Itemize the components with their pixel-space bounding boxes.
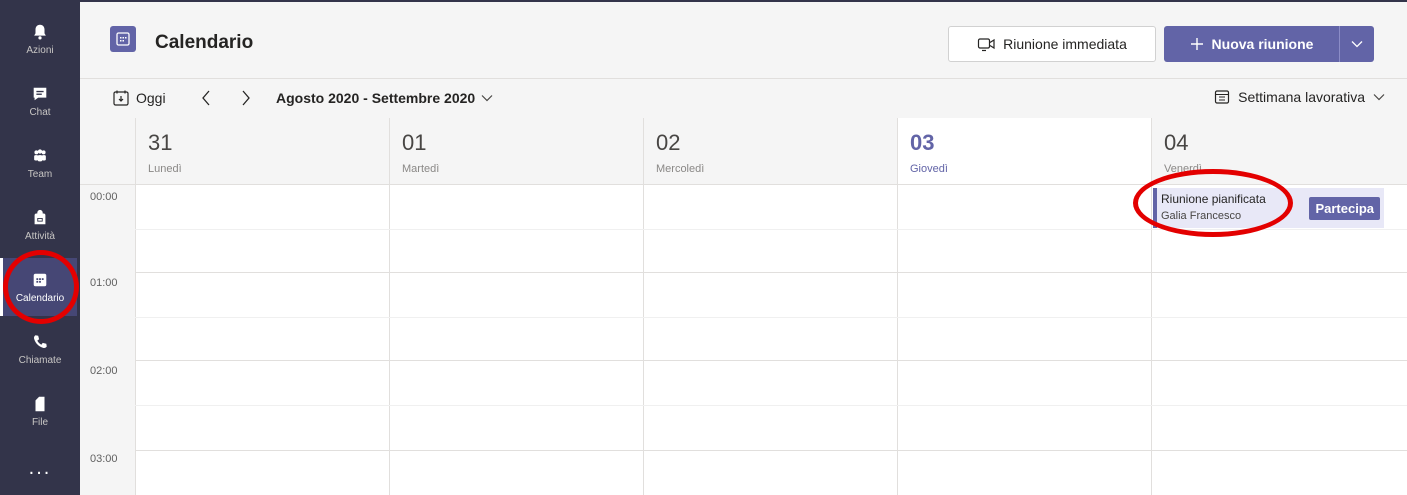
meet-now-button[interactable]: Riunione immediata	[948, 26, 1156, 62]
plus-icon	[1190, 38, 1203, 50]
rail-item-label: Azioni	[26, 44, 54, 56]
team-icon	[34, 148, 46, 161]
calendar-toolbar: Oggi Agosto 2020 - Settembre 2020 Settim…	[80, 78, 1407, 118]
teams-app: Azioni Chat Team Attività Calendario Chi…	[0, 0, 1407, 495]
rail-item-label: Team	[27, 168, 53, 180]
day-header-wednesday[interactable]: 02 Mercoledì	[643, 118, 897, 185]
day-name: Giovedì	[910, 163, 948, 175]
previous-week-button[interactable]	[200, 88, 212, 111]
calendar-badge-icon	[110, 26, 136, 52]
day-column[interactable]	[1151, 185, 1407, 495]
rail-item-chat[interactable]: Chat	[3, 72, 77, 130]
page-title: Calendario	[155, 32, 254, 53]
calendar-icon	[33, 273, 47, 286]
view-selector[interactable]: Settimana lavorativa	[1214, 89, 1385, 105]
date-range-label: Agosto 2020 - Settembre 2020	[276, 90, 476, 106]
chevron-down-icon	[1373, 94, 1385, 101]
day-column[interactable]	[897, 185, 1151, 495]
date-range-picker[interactable]: Agosto 2020 - Settembre 2020	[276, 90, 493, 106]
day-number: 03	[910, 130, 935, 155]
rail-item-chiamate[interactable]: Chiamate	[3, 320, 77, 378]
new-meeting-dropdown-button[interactable]	[1340, 26, 1374, 62]
rail-item-label: File	[31, 416, 49, 428]
time-label: 03:00	[90, 453, 118, 465]
chevron-left-icon	[202, 90, 210, 106]
new-meeting-button-group: Nuova riunione	[1164, 26, 1374, 62]
new-meeting-button[interactable]: Nuova riunione	[1164, 26, 1339, 62]
chevron-right-icon	[242, 90, 250, 106]
rail-item-calendario[interactable]: Calendario	[0, 258, 77, 316]
half-hour-line	[135, 317, 1407, 318]
day-column[interactable]	[643, 185, 897, 495]
time-label: 02:00	[90, 365, 118, 377]
phone-icon	[33, 334, 47, 348]
app-rail: Azioni Chat Team Attività Calendario Chi…	[0, 0, 80, 495]
time-gutter-header	[80, 118, 135, 185]
calendar-today-icon	[113, 90, 129, 106]
day-number: 04	[1164, 130, 1189, 155]
today-label: Oggi	[136, 90, 166, 106]
chevron-down-icon	[1351, 41, 1363, 48]
day-name: Venerdì	[1164, 163, 1202, 175]
hour-line	[135, 272, 1407, 273]
time-gutter: 00:00 01:00 02:00 03:00	[80, 185, 135, 495]
more-apps-button[interactable]: ...	[0, 457, 80, 480]
day-header-monday[interactable]: 31 Lunedì	[135, 118, 389, 185]
day-column[interactable]	[135, 185, 389, 495]
new-meeting-label: Nuova riunione	[1211, 36, 1314, 52]
day-column[interactable]	[389, 185, 643, 495]
day-header-friday[interactable]: 04 Venerdì	[1151, 118, 1407, 185]
day-name: Lunedì	[148, 163, 182, 175]
hour-line	[135, 450, 1407, 451]
day-number: 01	[402, 130, 427, 155]
day-name: Mercoledì	[656, 163, 705, 175]
join-button[interactable]: Partecipa	[1309, 197, 1380, 220]
rail-item-label: Calendario	[15, 292, 65, 304]
calendar-view-icon	[1215, 90, 1230, 104]
rail-item-team[interactable]: Team	[3, 134, 77, 192]
day-header-thursday[interactable]: 03 Giovedì	[897, 118, 1151, 185]
rail-item-attivita[interactable]: Attività	[3, 196, 77, 254]
day-number: 31	[148, 130, 173, 155]
today-button[interactable]: Oggi	[112, 89, 166, 107]
day-header-tuesday[interactable]: 01 Martedì	[389, 118, 643, 185]
time-label: 01:00	[90, 277, 118, 289]
next-week-button[interactable]	[240, 88, 252, 111]
chat-icon	[33, 87, 47, 100]
hour-line	[135, 360, 1407, 361]
backpack-icon	[34, 209, 46, 224]
event-organizer: Galia Francesco	[1161, 210, 1242, 222]
view-label: Settimana lavorativa	[1238, 89, 1365, 105]
meeting-event[interactable]: Riunione pianificata Galia Francesco Par…	[1153, 188, 1384, 228]
rail-item-label: Attività	[24, 230, 55, 242]
bell-icon	[34, 24, 46, 39]
calendar-header: Calendario Riunione immediata Nuova riun…	[80, 0, 1407, 78]
event-title: Riunione pianificata	[1161, 192, 1266, 206]
rail-item-label: Chat	[29, 106, 51, 118]
day-name: Martedì	[402, 163, 440, 175]
video-camera-icon	[978, 38, 995, 52]
file-icon	[35, 396, 45, 411]
half-hour-line	[135, 229, 1407, 230]
day-number: 02	[656, 130, 681, 155]
time-label: 00:00	[90, 191, 118, 203]
rail-item-azioni[interactable]: Azioni	[3, 10, 77, 68]
calendar-grid: 00:00 01:00 02:00 03:00 31 Lunedì 01 Mar…	[80, 118, 1407, 495]
meet-now-label: Riunione immediata	[1003, 36, 1127, 52]
rail-item-file[interactable]: File	[3, 382, 77, 440]
half-hour-line	[135, 405, 1407, 406]
rail-item-label: Chiamate	[18, 354, 62, 366]
chevron-down-icon	[481, 95, 493, 102]
